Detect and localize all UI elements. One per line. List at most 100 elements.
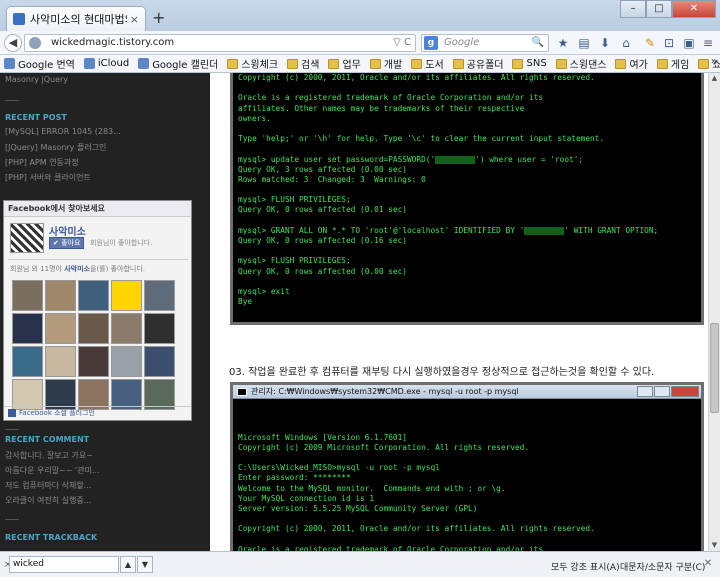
recent-post-link[interactable]: [JQuery] Masonry 플러그인 xyxy=(5,142,106,153)
close-window-button[interactable]: ✕ xyxy=(672,0,716,18)
url-bar[interactable]: wickedmagic.tistory.com ▽ C xyxy=(24,34,416,52)
cmd-minimize-icon xyxy=(637,386,653,397)
terminal-line: Copyright (c) 2000, 2011, Oracle and/or … xyxy=(238,524,595,534)
search-icon[interactable]: 🔍 xyxy=(532,35,544,51)
blog-sidebar: Masonry jQuery RECENT POST [MySQL] ERROR… xyxy=(0,73,210,551)
tab-title: 사악미소의 현대마법의 공방 : xyxy=(30,13,127,26)
tab-active[interactable]: 사악미소의 현대마법의 공방 : × xyxy=(6,6,146,31)
search-input[interactable]: g Google 🔍 xyxy=(421,34,549,52)
menu-icon[interactable]: ≡ xyxy=(701,36,715,50)
page-avatar[interactable] xyxy=(10,223,44,253)
folder-icon xyxy=(555,58,567,69)
folder-icon xyxy=(227,58,239,69)
fan-photo[interactable] xyxy=(78,313,109,344)
terminal-line: mysql> GRANT ALL ON *.* TO 'root'@'local… xyxy=(238,225,659,235)
terminal-line: Query OK, 3 rows affected (0.00 sec) xyxy=(238,164,407,174)
find-input[interactable]: wicked xyxy=(9,556,119,573)
share-icon[interactable]: ⊡ xyxy=(662,36,676,50)
fan-photo[interactable] xyxy=(12,313,43,344)
fan-photo[interactable] xyxy=(78,346,109,377)
bookmark-item[interactable]: 여가 xyxy=(615,56,648,71)
like-count: 회원님 외 11명이 사악미소을(를) 좋아합니다. xyxy=(10,265,145,273)
cmd-maximize-icon xyxy=(654,386,670,397)
tag-cloud-text[interactable]: Masonry jQuery xyxy=(5,75,68,84)
scroll-thumb[interactable] xyxy=(710,323,719,413)
facebook-plugin-link[interactable]: Facebook 소셜 플러그인 xyxy=(4,406,191,420)
tab-strip: 사악미소의 현대마법의 공방 : × + – □ ✕ xyxy=(0,0,720,31)
fan-photo[interactable] xyxy=(78,280,109,311)
sync-icon[interactable]: ▣ xyxy=(682,36,696,50)
tab-close-icon[interactable]: × xyxy=(130,13,139,26)
reload-icon[interactable]: ▽ C xyxy=(393,35,411,51)
recent-post-link[interactable]: [PHP] APM 연동과정 xyxy=(5,157,79,168)
vertical-scrollbar[interactable]: ▲ ▼ xyxy=(708,73,720,551)
bookmark-item[interactable]: 게임 xyxy=(656,56,689,71)
fan-photo[interactable] xyxy=(111,313,142,344)
cmd-titlebar: 관리자: C:₩Windows₩system32₩CMD.exe - mysql… xyxy=(233,385,701,399)
bookmark-item[interactable]: iCloud xyxy=(83,58,129,69)
new-tab-button[interactable]: + xyxy=(152,10,165,26)
bookmark-item[interactable]: 검색 xyxy=(287,56,319,71)
post-body: Copyright (c) 2000, 2011, Oracle and/or … xyxy=(210,73,708,551)
bookmark-item[interactable]: 도서 xyxy=(411,56,444,71)
fan-photo[interactable] xyxy=(45,313,76,344)
terminal-line: Type 'help;' or '\h' for help. Type '\c'… xyxy=(238,134,605,144)
fan-photo[interactable] xyxy=(12,280,43,311)
fan-photo[interactable] xyxy=(45,280,76,311)
window-controls: – □ ✕ xyxy=(620,0,716,18)
find-dismiss-icon[interactable]: ✕ xyxy=(702,558,714,570)
scroll-up-icon[interactable]: ▲ xyxy=(709,73,720,84)
page-name-link[interactable]: 사악미소 xyxy=(49,223,86,238)
recent-comment-link[interactable]: 아름다운 우리말~~ '관미... xyxy=(5,465,100,476)
recent-comment-link[interactable]: 감사합니다. 잘보고 가요~ xyxy=(5,450,93,461)
bookmark-item[interactable]: 업무 xyxy=(328,56,361,71)
scroll-down-icon[interactable]: ▼ xyxy=(709,540,720,551)
download-icon[interactable]: ⬇ xyxy=(598,36,612,50)
fan-photo[interactable] xyxy=(111,346,142,377)
bookmark-item[interactable]: 스윙댄스 xyxy=(555,56,606,71)
folder-icon xyxy=(287,58,299,69)
bookmarks-more-button[interactable]: » xyxy=(711,56,717,67)
recent-comment-link[interactable]: 오라클이 여전히 실행중... xyxy=(5,495,91,506)
fan-photo[interactable] xyxy=(111,280,142,311)
bookmark-item[interactable]: 개발 xyxy=(369,56,402,71)
bookmark-item[interactable]: 스윙체크 xyxy=(227,56,278,71)
back-button[interactable]: ◀ xyxy=(4,34,22,52)
find-bar: × wicked ▲ ▼ 모두 강조 표시(A) 대문자/소문자 구분(C) ✕ xyxy=(0,551,720,577)
recent-post-link[interactable]: [MySQL] ERROR 1045 (283... xyxy=(5,127,121,136)
google-icon[interactable]: g xyxy=(424,36,438,50)
find-previous-button[interactable]: ▲ xyxy=(120,556,136,573)
folder-icon xyxy=(411,58,423,69)
clipboard-icon[interactable]: ▤ xyxy=(577,36,591,50)
terminal-line: owners. xyxy=(238,113,271,123)
minimize-button[interactable]: – xyxy=(620,0,646,18)
find-next-button[interactable]: ▼ xyxy=(137,556,153,573)
bookmark-item[interactable]: 공유폴더 xyxy=(452,56,503,71)
addon-icon[interactable]: ✎ xyxy=(643,36,657,50)
browser-window: 사악미소의 현대마법의 공방 : × + – □ ✕ ◀ wickedmagic… xyxy=(0,0,720,577)
home-icon[interactable]: ⌂ xyxy=(619,36,633,50)
folder-icon xyxy=(369,58,381,69)
fan-photo[interactable] xyxy=(144,280,175,311)
fan-photo[interactable] xyxy=(45,346,76,377)
recent-comment-link[interactable]: 저도 컴퓨터마다 삭제할... xyxy=(5,480,91,491)
fan-photo[interactable] xyxy=(12,346,43,377)
fan-photo[interactable] xyxy=(144,313,175,344)
match-case-toggle[interactable]: 대문자/소문자 구분(C) xyxy=(620,560,705,573)
fan-photo[interactable] xyxy=(144,346,175,377)
highlight-all-toggle[interactable]: 모두 강조 표시(A) xyxy=(551,560,620,573)
bookmark-item[interactable]: Google 캘린더 xyxy=(138,56,218,71)
bookmark-item[interactable]: Google 번역 xyxy=(4,56,75,71)
maximize-button[interactable]: □ xyxy=(646,0,672,18)
terminal-line: Your MySQL connection id is 1 xyxy=(238,493,375,503)
like-button[interactable]: ✔ 좋아요 xyxy=(49,237,85,249)
recent-post-link[interactable]: [PHP] 서버와 클라이언트 xyxy=(5,172,91,183)
redacted-password xyxy=(435,155,476,164)
bookmark-item[interactable]: SNS xyxy=(512,58,547,69)
facebook-widget-header: Facebook에서 찾아보세요 xyxy=(4,201,191,217)
star-icon[interactable]: ★ xyxy=(556,36,570,50)
